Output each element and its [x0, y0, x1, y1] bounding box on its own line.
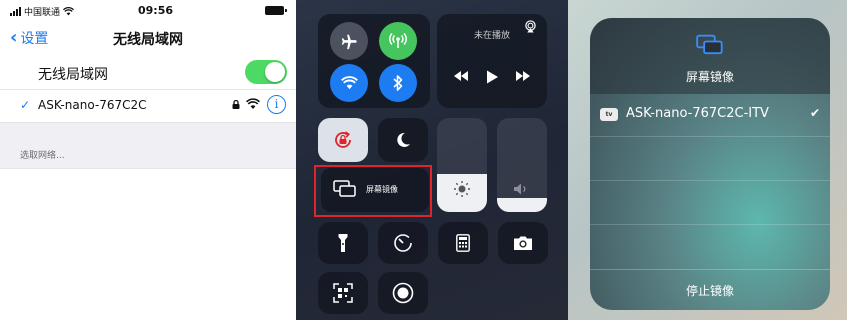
calculator-button[interactable] — [438, 222, 488, 264]
status-bar: 中国联通 09:56 — [0, 0, 296, 22]
screen-mirroring-panel: 屏幕镜像 tv ASK-nano-767C2C-ITV ✔ 停止镜像 — [568, 0, 847, 320]
sun-icon — [454, 181, 470, 197]
timer-button[interactable] — [378, 222, 428, 264]
wifi-status-icon — [63, 7, 74, 16]
wifi-toggle-row: 无线局域网 — [0, 54, 296, 90]
wifi-icon — [340, 76, 358, 90]
play-icon[interactable] — [485, 70, 499, 84]
brightness-slider[interactable] — [437, 118, 487, 212]
screen-record-icon — [392, 282, 414, 304]
wifi-settings-panel: 中国联通 09:56 ‹ 设置 无线局域网 无线局域网 ✓ ASK-nano-7… — [0, 0, 296, 320]
mirroring-title: 屏幕镜像 — [685, 70, 734, 84]
timer-icon — [394, 234, 412, 252]
cellular-data-button[interactable] — [379, 22, 417, 60]
stop-mirroring-label: 停止镜像 — [685, 284, 734, 298]
qr-scanner-button[interactable] — [318, 272, 368, 314]
device-row[interactable]: tv ASK-nano-767C2C-ITV ✔ — [590, 98, 830, 132]
page-title: 无线局域网 — [113, 32, 183, 48]
row-divider — [590, 180, 830, 181]
now-playing-tile[interactable]: 未在播放 — [437, 14, 547, 108]
apple-tv-icon: tv — [600, 108, 618, 121]
airplane-icon — [341, 34, 357, 50]
choose-network-section: 选取网络... — [0, 122, 296, 168]
mirroring-sheet: 屏幕镜像 tv ASK-nano-767C2C-ITV ✔ 停止镜像 — [590, 18, 830, 310]
lock-icon — [232, 100, 240, 109]
fast-forward-icon[interactable] — [515, 70, 531, 82]
rewind-icon[interactable] — [453, 70, 469, 82]
moon-icon — [397, 132, 410, 147]
signal-icon — [10, 7, 21, 16]
media-controls — [437, 70, 547, 84]
clock: 09:56 — [138, 4, 174, 17]
network-list-area — [0, 168, 296, 320]
device-name: ASK-nano-767C2C-ITV — [626, 106, 769, 121]
camera-button[interactable] — [498, 222, 548, 264]
highlight-box — [314, 165, 432, 217]
speaker-icon — [514, 183, 526, 195]
cellular-icon — [389, 33, 407, 48]
toggle-knob — [265, 62, 285, 82]
wifi-toggle-label: 无线局域网 — [38, 67, 108, 83]
camera-icon — [514, 236, 532, 250]
selected-checkmark-icon: ✔ — [810, 106, 821, 120]
rotation-lock-icon — [335, 131, 351, 148]
do-not-disturb-button[interactable] — [378, 118, 428, 162]
checkmark-icon: ✓ — [20, 98, 31, 112]
flashlight-button[interactable] — [318, 222, 368, 264]
wifi-toggle-switch[interactable] — [245, 60, 287, 84]
nav-bar: ‹ 设置 无线局域网 — [0, 22, 296, 54]
flashlight-icon — [338, 234, 348, 252]
calculator-icon — [456, 234, 470, 252]
airplane-mode-button[interactable] — [330, 22, 368, 60]
volume-slider[interactable] — [497, 118, 547, 212]
screen-mirroring-icon — [696, 34, 723, 55]
info-button[interactable]: i — [267, 95, 286, 114]
connected-network-row[interactable]: ✓ ASK-nano-767C2C i — [0, 90, 296, 122]
bluetooth-button[interactable] — [379, 64, 417, 102]
section-header: 选取网络... — [20, 151, 65, 161]
screen-record-button[interactable] — [378, 272, 428, 314]
qr-scanner-icon — [333, 283, 353, 303]
network-name: ASK-nano-767C2C — [38, 98, 147, 112]
stop-mirroring-button[interactable]: 停止镜像 — [590, 269, 830, 310]
battery-icon — [265, 6, 287, 15]
carrier-group: 中国联通 — [10, 5, 74, 18]
mirroring-header: 屏幕镜像 — [590, 18, 830, 94]
wifi-signal-icon — [246, 98, 260, 109]
row-divider — [590, 224, 830, 225]
rotation-lock-button[interactable] — [318, 118, 368, 162]
carrier-label: 中国联通 — [24, 8, 61, 18]
bluetooth-icon — [393, 75, 403, 91]
volume-fill — [497, 197, 547, 212]
now-playing-label: 未在播放 — [473, 31, 510, 41]
row-divider — [590, 136, 830, 137]
wifi-button[interactable] — [330, 64, 368, 102]
